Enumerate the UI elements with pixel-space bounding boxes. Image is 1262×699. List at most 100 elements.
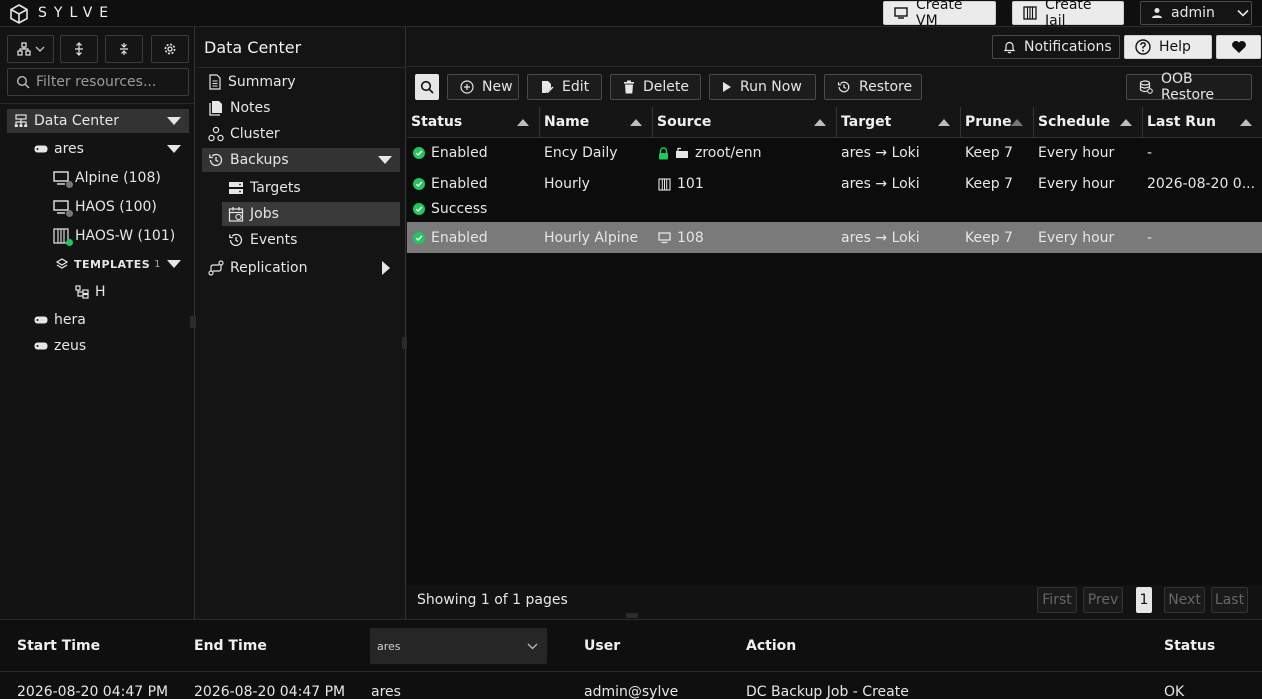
help-button[interactable]: Help [1124, 35, 1212, 59]
monitor-icon [894, 7, 908, 19]
log-start-time: 2026-08-20 04:47 PM [17, 684, 169, 699]
edit-button[interactable]: Edit [527, 74, 602, 100]
tree-label: HAOS (100) [75, 199, 157, 215]
run-now-button[interactable]: Run Now [709, 74, 816, 100]
first-page-button[interactable]: First [1037, 587, 1077, 613]
user-menu-button[interactable]: admin [1140, 1, 1252, 25]
settings-button[interactable] [151, 35, 189, 63]
vm-monitor-icon [53, 199, 73, 217]
column-header-user[interactable]: User [584, 638, 620, 654]
nav-summary[interactable]: Summary [202, 70, 400, 94]
tree-label: ares [54, 141, 84, 157]
lock-icon [658, 146, 669, 160]
tree-label: H [95, 284, 106, 300]
column-label: Last Run [1147, 114, 1216, 130]
create-vm-button[interactable]: Create VM [883, 0, 996, 29]
target-cell: ares → Loki [841, 176, 920, 192]
caret-down-icon[interactable] [167, 260, 181, 268]
bell-icon [1003, 40, 1016, 54]
prune-cell: Keep 7 [965, 230, 1013, 246]
collapse-all-button[interactable] [105, 35, 143, 63]
tree-item-ares[interactable]: ares [34, 137, 189, 161]
column-header-action[interactable]: Action [746, 638, 796, 654]
nav-cluster[interactable]: Cluster [202, 122, 400, 146]
tree-item-haos[interactable]: HAOS (100) [53, 195, 189, 219]
caret-right-icon[interactable] [382, 261, 390, 275]
column-label: Status [411, 114, 463, 130]
column-label: Schedule [1038, 114, 1111, 130]
restore-button[interactable]: Restore [824, 74, 922, 100]
sort-icon [814, 119, 826, 126]
name-cell: Ency Daily [544, 145, 618, 161]
donate-button[interactable] [1216, 35, 1261, 59]
search-toggle-button[interactable] [415, 74, 439, 100]
tree-item-h[interactable]: H [75, 280, 189, 304]
page-number-button[interactable]: 1 [1136, 587, 1152, 613]
caret-down-icon[interactable] [378, 156, 392, 164]
tree-item-zeus[interactable]: zeus [34, 334, 189, 358]
tree-item-data-center[interactable]: Data Center [7, 109, 189, 133]
next-page-button[interactable]: Next [1164, 587, 1205, 613]
nav-targets[interactable]: Targets [222, 176, 400, 200]
check-circle-icon [413, 232, 425, 244]
filter-resources-input[interactable]: Filter resources... [7, 68, 189, 96]
jail-icon [658, 177, 671, 191]
document-icon [208, 74, 222, 90]
edit-icon [540, 80, 554, 94]
filter-placeholder: Filter resources... [36, 74, 157, 90]
nav-backups[interactable]: Backups [202, 148, 400, 172]
node-filter-select[interactable]: ares [370, 628, 547, 664]
column-header-name[interactable]: Name [540, 107, 653, 138]
schedule-cell: Every hour [1038, 145, 1115, 161]
column-header-start-time[interactable]: Start Time [17, 638, 100, 654]
source-cell: 108 [658, 227, 704, 249]
prev-page-button[interactable]: Prev [1083, 587, 1123, 613]
plus-circle-icon [460, 80, 474, 94]
prune-cell: Keep 7 [965, 176, 1013, 192]
datacenter-nav-panel: Data Center Summary Notes Cluster Backup… [196, 27, 410, 619]
nav-jobs[interactable]: Jobs [222, 202, 400, 226]
nav-label: Notes [230, 100, 271, 116]
last-page-button[interactable]: Last [1211, 587, 1248, 613]
resize-handle[interactable] [626, 613, 638, 618]
column-header-last-run[interactable]: Last Run [1143, 107, 1262, 138]
view-mode-dropdown[interactable] [7, 35, 54, 63]
status-dot [66, 180, 73, 188]
last-result-cell: Success [413, 198, 487, 220]
cluster-icon [208, 126, 224, 142]
nav-events[interactable]: Events [222, 228, 400, 252]
column-label: Target [841, 114, 892, 130]
column-header-schedule[interactable]: Schedule [1034, 107, 1143, 138]
column-header-end-time[interactable]: End Time [194, 638, 267, 654]
status-cell: Enabled [413, 227, 488, 249]
column-header-source[interactable]: Source [653, 107, 837, 138]
oob-restore-button[interactable]: OOB Restore [1126, 71, 1252, 103]
column-header-status[interactable]: Status [1164, 638, 1215, 654]
caret-down-icon[interactable] [167, 117, 181, 125]
source-text: zroot/enn [695, 145, 762, 161]
last-run-cell: 2026-08-20 0... [1147, 176, 1256, 192]
tree-item-hera[interactable]: hera [34, 308, 189, 332]
status-text: Enabled [431, 230, 488, 246]
check-circle-icon [413, 178, 425, 190]
delete-button[interactable]: Delete [610, 74, 701, 100]
tree-item-templates[interactable]: TEMPLATES 1 [56, 252, 189, 276]
notifications-button[interactable]: Notifications [992, 35, 1120, 59]
column-header-prune[interactable]: Prune [961, 107, 1034, 138]
nav-replication[interactable]: Replication [202, 256, 400, 280]
column-header-status[interactable]: Status [407, 107, 540, 138]
content-header: Notifications Help [407, 27, 1262, 67]
new-button[interactable]: New [447, 74, 519, 100]
nav-notes[interactable]: Notes [202, 96, 400, 120]
tree-item-alpine[interactable]: Alpine (108) [53, 166, 189, 190]
sylve-logo-icon [9, 4, 29, 24]
tree-item-haos-w[interactable]: HAOS-W (101) [53, 224, 189, 248]
caret-down-icon[interactable] [167, 145, 181, 153]
expand-all-button[interactable] [60, 35, 98, 63]
status-text: Enabled [431, 145, 488, 161]
column-header-target[interactable]: Target [837, 107, 961, 138]
create-jail-button[interactable]: Create Jail [1012, 0, 1124, 29]
templates-count: 1 [154, 258, 161, 270]
vm-monitor-icon [53, 170, 73, 188]
nav-label: Jobs [250, 206, 279, 222]
